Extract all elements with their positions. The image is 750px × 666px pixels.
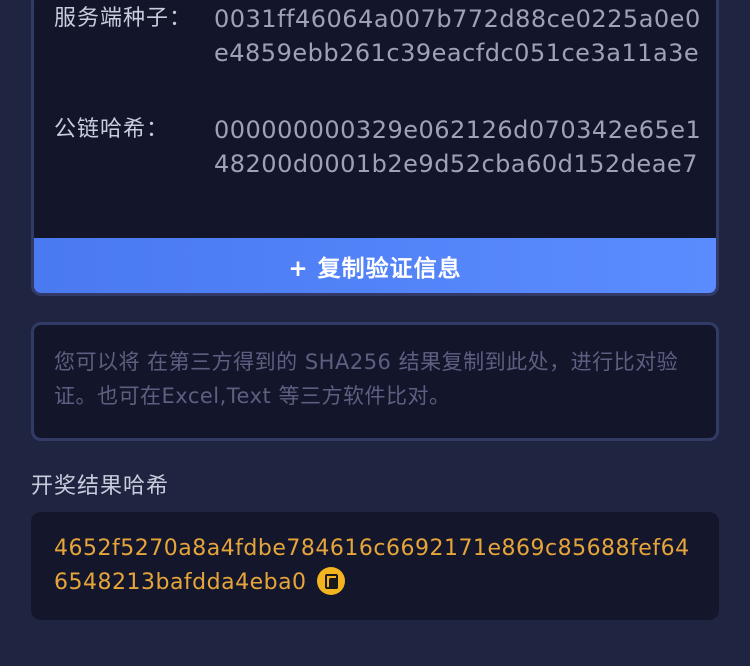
chain-hash-row: 公链哈希： 000000000329e062126d070342e65e1482… <box>54 113 704 181</box>
compare-input-box <box>31 322 719 441</box>
chain-hash-value: 000000000329e062126d070342e65e148200d000… <box>214 116 702 178</box>
result-hash-value: 4652f5270a8a4fdbe784616c6692171e869c8568… <box>54 536 690 595</box>
server-seed-label: 服务端种子： <box>54 6 193 31</box>
server-seed-row: 服务端种子： 0031ff46064a007b772d88ce0225a0e0e… <box>54 2 704 70</box>
copy-verification-button[interactable]: + 复制验证信息 <box>34 238 716 293</box>
page: 服务端种子： 0031ff46064a007b772d88ce0225a0e0e… <box>0 0 750 666</box>
verification-card: 服务端种子： 0031ff46064a007b772d88ce0225a0e0e… <box>31 0 719 296</box>
result-hash-box: 4652f5270a8a4fdbe784616c6692171e869c8568… <box>31 512 719 620</box>
result-hash-title: 开奖结果哈希 <box>31 474 170 499</box>
copy-icon[interactable] <box>316 567 345 595</box>
chain-hash-label: 公链哈希： <box>54 117 170 142</box>
compare-input[interactable] <box>54 345 704 425</box>
server-seed-value: 0031ff46064a007b772d88ce0225a0e0e4859ebb… <box>214 5 701 67</box>
result-hash-container: 4652f5270a8a4fdbe784616c6692171e869c8568… <box>54 532 699 600</box>
